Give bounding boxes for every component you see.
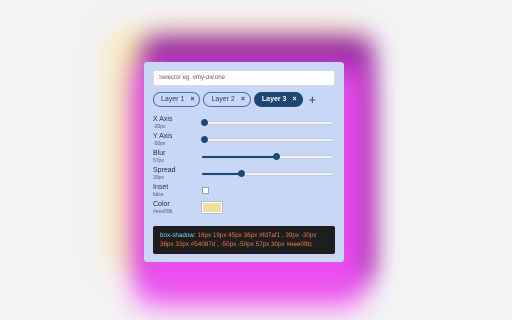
close-icon[interactable]: ×	[292, 96, 296, 103]
inset-control: Inset false	[153, 182, 335, 199]
blur-label: Blur	[153, 149, 166, 157]
close-icon[interactable]: ×	[241, 96, 245, 103]
css-property: box-shadow:	[160, 232, 196, 239]
x-axis-slider[interactable]	[201, 119, 333, 126]
y-axis-slider[interactable]	[201, 136, 333, 143]
x-axis-label: X Axis	[153, 115, 173, 123]
blur-slider[interactable]	[202, 153, 333, 160]
selector-input[interactable]	[153, 70, 335, 86]
slider-fill	[202, 155, 277, 158]
slider-thumb[interactable]	[237, 170, 245, 177]
slider-thumb[interactable]	[273, 153, 281, 160]
x-axis-control: X Axis -30px	[153, 114, 335, 131]
spread-value: 30px	[153, 174, 164, 181]
color-value: #eee09b	[153, 208, 173, 215]
inset-checkbox[interactable]	[202, 187, 209, 194]
color-control: Color #eee09b	[153, 199, 335, 216]
tab-layer-1[interactable]: Layer 1 ×	[153, 92, 201, 107]
spread-label: Spread	[153, 166, 176, 174]
y-axis-control: Y Axis -50px	[153, 131, 335, 148]
tab-layer-1-label: Layer 1	[161, 96, 185, 103]
css-output: box-shadow: 16px 19px 45px 36px #fd7af1 …	[153, 226, 335, 254]
add-layer-button[interactable]: +	[309, 93, 317, 106]
spread-slider[interactable]	[202, 170, 333, 177]
blur-control: Blur 57px	[153, 148, 335, 165]
slider-thumb[interactable]	[201, 119, 209, 126]
x-axis-value: -30px	[153, 123, 166, 130]
slider-thumb[interactable]	[201, 136, 209, 143]
inset-value: false	[153, 191, 164, 198]
inset-label: Inset	[153, 183, 169, 191]
layer-tabs: Layer 1 × Layer 2 × Layer 3 × +	[153, 92, 335, 107]
y-axis-label: Y Axis	[153, 132, 173, 140]
tab-layer-2[interactable]: Layer 2 ×	[203, 92, 251, 107]
blur-value: 57px	[153, 157, 164, 164]
tab-layer-3[interactable]: Layer 3 ×	[253, 92, 303, 107]
color-swatch[interactable]	[202, 202, 222, 213]
y-axis-value: -50px	[153, 140, 166, 147]
tab-layer-2-label: Layer 2	[211, 96, 235, 103]
box-shadow-editor-panel: Layer 1 × Layer 2 × Layer 3 × + X Axis -…	[144, 62, 344, 262]
color-label: Color	[153, 200, 170, 208]
tab-layer-3-label: Layer 3	[261, 96, 287, 103]
slider-fill	[202, 172, 242, 175]
spread-control: Spread 30px	[153, 165, 335, 182]
close-icon[interactable]: ×	[190, 96, 194, 103]
